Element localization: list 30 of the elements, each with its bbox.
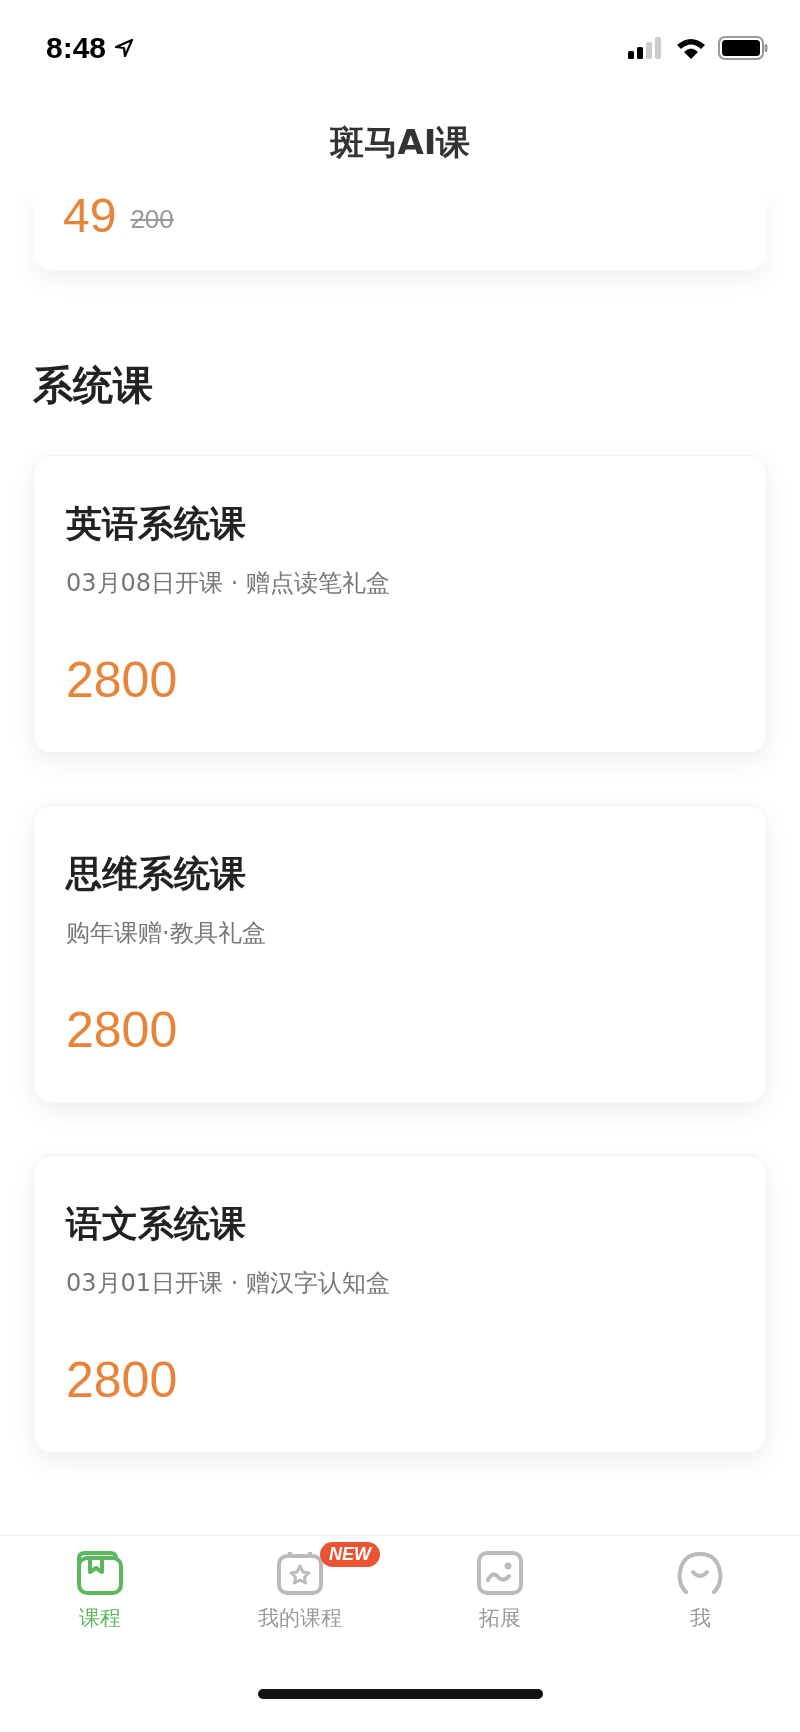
price: 2800 xyxy=(66,651,179,709)
face-icon xyxy=(676,1550,724,1596)
tab[interactable]: 拓展 xyxy=(476,1550,524,1632)
price: 49 xyxy=(63,187,117,243)
page-title: 斑马AI课 xyxy=(329,120,471,164)
status-time: 8:48 xyxy=(46,30,107,65)
wifi-icon xyxy=(676,36,706,59)
course-subtitle: 03月08日开课 · 赠点读笔礼盒 xyxy=(66,568,391,599)
calendar-icon xyxy=(276,1550,324,1596)
course-subtitle: 购年课赠·教具礼盒 xyxy=(66,918,267,949)
course-title: 语文系统课 xyxy=(66,1202,247,1246)
course-card[interactable]: 语文系统课 03月01日开课 · 赠汉字认知盒 2800 xyxy=(33,1155,767,1453)
course-card[interactable]: 思维系统课 购年课赠·教具礼盒 2800 xyxy=(33,805,767,1103)
original-price: 200 xyxy=(130,203,174,235)
course-subtitle: 03月01日开课 · 赠汉字认知盒 xyxy=(66,1268,391,1299)
location-arrow-icon xyxy=(114,37,135,58)
signal-icon xyxy=(628,36,664,59)
price: 2800 xyxy=(66,1351,179,1409)
tab[interactable]: 课程 xyxy=(76,1550,124,1632)
course-card[interactable]: 49 200 xyxy=(33,190,767,270)
price: 2800 xyxy=(66,1001,179,1059)
picture-frame-icon xyxy=(476,1550,524,1596)
course-title: 思维系统课 xyxy=(66,852,247,896)
tab[interactable]: 我 xyxy=(676,1550,724,1632)
book-icon xyxy=(76,1550,124,1596)
course-title: 英语系统课 xyxy=(66,502,247,546)
new-badge: NEW xyxy=(320,1542,380,1567)
course-card[interactable]: 英语系统课 03月08日开课 · 赠点读笔礼盒 2800 xyxy=(33,455,767,753)
battery-icon xyxy=(718,35,768,60)
section-title: 系统课 xyxy=(33,361,154,410)
